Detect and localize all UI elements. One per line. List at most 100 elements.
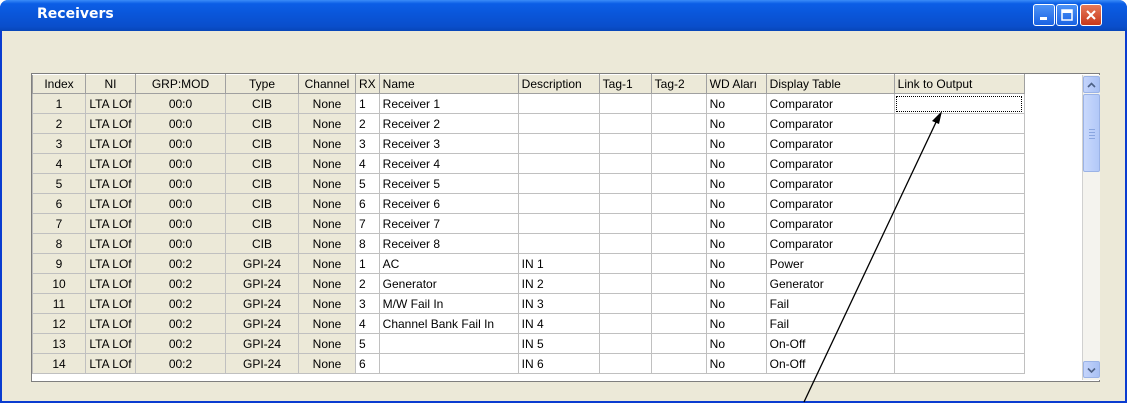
cell-name[interactable]: Receiver 3 xyxy=(378,133,519,154)
cell-wd-alar-[interactable]: No xyxy=(705,313,767,334)
cell-grp-mod[interactable]: 00:2 xyxy=(135,273,226,294)
cell-link-to-output[interactable] xyxy=(893,153,1025,174)
cell-grp-mod[interactable]: 00:0 xyxy=(135,153,226,174)
cell-description[interactable] xyxy=(517,213,600,234)
cell-ni[interactable]: LTA LOf xyxy=(85,193,136,214)
cell-link-to-output[interactable] xyxy=(893,233,1025,254)
cell-type[interactable]: GPI-24 xyxy=(225,273,299,294)
cell-rx[interactable]: 7 xyxy=(355,213,380,234)
cell-type[interactable]: CIB xyxy=(225,153,299,174)
cell-link-to-output[interactable] xyxy=(893,273,1025,294)
cell-wd-alar-[interactable]: No xyxy=(705,153,767,174)
cell-grp-mod[interactable]: 00:0 xyxy=(135,233,226,254)
cell-ni[interactable]: LTA LOf xyxy=(85,273,136,294)
column-header-description[interactable]: Description xyxy=(517,74,600,94)
cell-ni[interactable]: LTA LOf xyxy=(85,113,136,134)
cell-channel[interactable]: None xyxy=(298,133,356,154)
cell-wd-alar-[interactable]: No xyxy=(705,253,767,274)
cell-grp-mod[interactable]: 00:2 xyxy=(135,313,226,334)
cell-ni[interactable]: LTA LOf xyxy=(85,213,136,234)
cell-display-table[interactable]: Comparator xyxy=(765,113,895,134)
cell-description[interactable]: IN 4 xyxy=(517,313,600,334)
vertical-scrollbar[interactable] xyxy=(1082,75,1100,380)
cell-index[interactable]: 9 xyxy=(32,253,86,274)
cell-ni[interactable]: LTA LOf xyxy=(85,173,136,194)
cell-tag-1[interactable] xyxy=(598,273,652,294)
cell-index[interactable]: 3 xyxy=(32,133,86,154)
cell-index[interactable]: 7 xyxy=(32,213,86,234)
cell-display-table[interactable]: Comparator xyxy=(765,193,895,214)
table-row[interactable]: 7 LTA LOf 00:0 CIB None 7 Receiver 7 No Comparat… xyxy=(32,213,1025,234)
cell-tag-2[interactable] xyxy=(650,113,707,134)
cell-rx[interactable]: 5 xyxy=(355,173,380,194)
cell-channel[interactable]: None xyxy=(298,253,356,274)
cell-name[interactable] xyxy=(378,353,519,374)
cell-wd-alar-[interactable]: No xyxy=(705,113,767,134)
cell-type[interactable]: CIB xyxy=(225,213,299,234)
cell-link-to-output[interactable] xyxy=(893,293,1025,314)
cell-channel[interactable]: None xyxy=(298,293,356,314)
cell-wd-alar-[interactable]: No xyxy=(705,333,767,354)
cell-index[interactable]: 14 xyxy=(32,353,86,374)
cell-description[interactable]: IN 5 xyxy=(517,333,600,354)
cell-rx[interactable]: 2 xyxy=(355,273,380,294)
cell-ni[interactable]: LTA LOf xyxy=(85,133,136,154)
cell-index[interactable]: 11 xyxy=(32,293,86,314)
table-row[interactable]: 9 LTA LOf 00:2 GPI-24 None 1 AC IN 1 No Power xyxy=(32,253,1025,274)
table-row[interactable]: 8 LTA LOf 00:0 CIB None 8 Receiver 8 No Comparat… xyxy=(32,233,1025,254)
cell-tag-2[interactable] xyxy=(650,333,707,354)
cell-display-table[interactable]: Generator xyxy=(765,273,895,294)
cell-name[interactable]: Channel Bank Fail In xyxy=(378,313,519,334)
scroll-thumb[interactable] xyxy=(1083,94,1100,172)
cell-grp-mod[interactable]: 00:0 xyxy=(135,193,226,214)
cell-link-to-output[interactable] xyxy=(893,333,1025,354)
cell-display-table[interactable]: Fail xyxy=(765,293,895,314)
cell-name[interactable]: Receiver 7 xyxy=(378,213,519,234)
cell-link-to-output[interactable] xyxy=(893,173,1025,194)
cell-type[interactable]: CIB xyxy=(225,193,299,214)
cell-display-table[interactable]: On-Off xyxy=(765,333,895,354)
cell-grp-mod[interactable]: 00:2 xyxy=(135,293,226,314)
table-row[interactable]: 14 LTA LOf 00:2 GPI-24 None 6 IN 6 No On-Off xyxy=(32,353,1025,374)
table-row[interactable]: 6 LTA LOf 00:0 CIB None 6 Receiver 6 No Comparat… xyxy=(32,193,1025,214)
column-header-grp-mod[interactable]: GRP:MOD xyxy=(135,74,226,94)
cell-tag-2[interactable] xyxy=(650,273,707,294)
cell-channel[interactable]: None xyxy=(298,213,356,234)
cell-grp-mod[interactable]: 00:2 xyxy=(135,353,226,374)
cell-index[interactable]: 12 xyxy=(32,313,86,334)
table-row[interactable]: 13 LTA LOf 00:2 GPI-24 None 5 IN 5 No On-Off xyxy=(32,333,1025,354)
cell-rx[interactable]: 1 xyxy=(355,93,380,114)
cell-channel[interactable]: None xyxy=(298,273,356,294)
cell-display-table[interactable]: Comparator xyxy=(765,93,895,114)
table-row[interactable]: 10 LTA LOf 00:2 GPI-24 None 2 Generator IN 2 No G… xyxy=(32,273,1025,294)
cell-wd-alar-[interactable]: No xyxy=(705,173,767,194)
cell-description[interactable]: IN 2 xyxy=(517,273,600,294)
cell-wd-alar-[interactable]: No xyxy=(705,213,767,234)
cell-name[interactable]: M/W Fail In xyxy=(378,293,519,314)
cell-display-table[interactable]: Comparator xyxy=(765,213,895,234)
cell-type[interactable]: GPI-24 xyxy=(225,333,299,354)
cell-type[interactable]: CIB xyxy=(225,173,299,194)
scroll-up-button[interactable] xyxy=(1083,76,1100,93)
cell-type[interactable]: CIB xyxy=(225,133,299,154)
cell-wd-alar-[interactable]: No xyxy=(705,293,767,314)
cell-name[interactable]: Receiver 4 xyxy=(378,153,519,174)
cell-index[interactable]: 4 xyxy=(32,153,86,174)
cell-type[interactable]: GPI-24 xyxy=(225,293,299,314)
cell-link-to-output[interactable] xyxy=(893,313,1025,334)
cell-description[interactable]: IN 3 xyxy=(517,293,600,314)
cell-rx[interactable]: 3 xyxy=(355,293,380,314)
cell-tag-1[interactable] xyxy=(598,353,652,374)
cell-name[interactable]: Receiver 1 xyxy=(378,93,519,114)
cell-wd-alar-[interactable]: No xyxy=(705,133,767,154)
cell-link-to-output[interactable] xyxy=(893,113,1025,134)
cell-ni[interactable]: LTA LOf xyxy=(85,353,136,374)
cell-tag-1[interactable] xyxy=(598,113,652,134)
cell-grp-mod[interactable]: 00:0 xyxy=(135,93,226,114)
cell-link-to-output[interactable] xyxy=(893,213,1025,234)
cell-wd-alar-[interactable]: No xyxy=(705,233,767,254)
cell-tag-2[interactable] xyxy=(650,213,707,234)
column-header-tag-1[interactable]: Tag-1 xyxy=(598,74,652,94)
column-header-display-table[interactable]: Display Table xyxy=(765,74,895,94)
cell-rx[interactable]: 5 xyxy=(355,333,380,354)
